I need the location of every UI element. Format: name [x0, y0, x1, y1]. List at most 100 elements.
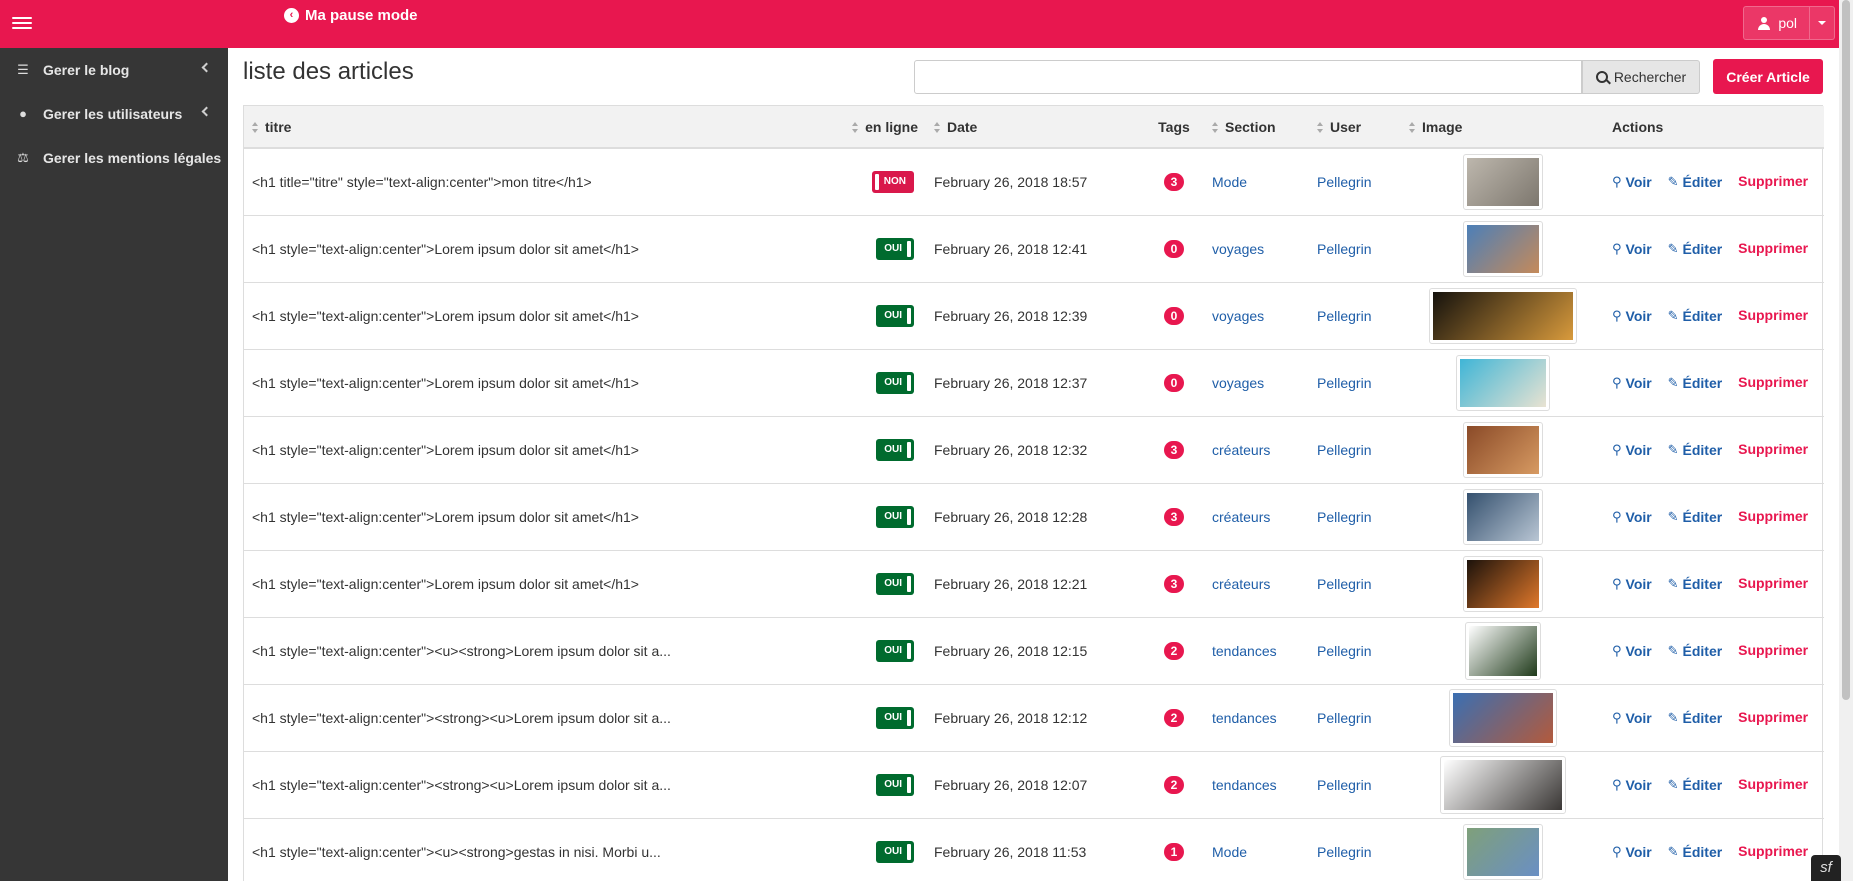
- article-thumbnail[interactable]: [1462, 823, 1543, 880]
- user-link[interactable]: Pellegrin: [1317, 442, 1371, 458]
- section-link[interactable]: créateurs: [1212, 442, 1270, 458]
- section-link[interactable]: tendances: [1212, 777, 1277, 793]
- delete-button[interactable]: Supprimer: [1738, 642, 1808, 658]
- online-toggle[interactable]: NON: [871, 170, 914, 193]
- view-button[interactable]: ⚲ Voir: [1612, 710, 1652, 726]
- section-link[interactable]: créateurs: [1212, 576, 1270, 592]
- section-link[interactable]: tendances: [1212, 643, 1277, 659]
- create-article-button[interactable]: Créer Article: [1713, 59, 1823, 94]
- online-toggle[interactable]: OUI: [876, 505, 914, 528]
- search-input[interactable]: [914, 60, 1582, 94]
- section-link[interactable]: voyages: [1212, 375, 1264, 391]
- user-link[interactable]: Pellegrin: [1317, 174, 1371, 190]
- article-thumbnail[interactable]: [1462, 153, 1543, 210]
- edit-button[interactable]: ✎ Éditer: [1668, 710, 1723, 726]
- page-scrollbar[interactable]: [1839, 0, 1853, 881]
- symfony-toolbar-icon[interactable]: sf: [1811, 855, 1841, 881]
- section-link[interactable]: voyages: [1212, 241, 1264, 257]
- online-toggle[interactable]: OUI: [876, 371, 914, 394]
- section-link[interactable]: Mode: [1212, 174, 1247, 190]
- user-button[interactable]: pol: [1743, 6, 1809, 40]
- online-toggle[interactable]: OUI: [876, 840, 914, 863]
- section-link[interactable]: créateurs: [1212, 509, 1270, 525]
- user-link[interactable]: Pellegrin: [1317, 509, 1371, 525]
- article-thumbnail[interactable]: [1462, 488, 1543, 545]
- search-icon: ⚲: [1612, 308, 1622, 323]
- scrollbar-thumb[interactable]: [1842, 0, 1850, 700]
- online-toggle[interactable]: OUI: [876, 706, 914, 729]
- user-link[interactable]: Pellegrin: [1317, 308, 1371, 324]
- delete-button[interactable]: Supprimer: [1738, 508, 1808, 524]
- brand-link[interactable]: ‹ Ma pause mode: [284, 7, 418, 24]
- view-button[interactable]: ⚲ Voir: [1612, 375, 1652, 391]
- search-button[interactable]: Rechercher: [1582, 60, 1700, 94]
- view-button[interactable]: ⚲ Voir: [1612, 241, 1652, 257]
- edit-button[interactable]: ✎ Éditer: [1668, 576, 1723, 592]
- delete-button[interactable]: Supprimer: [1738, 307, 1808, 323]
- col-header-titre[interactable]: titre: [244, 106, 830, 149]
- view-button[interactable]: ⚲ Voir: [1612, 576, 1652, 592]
- user-link[interactable]: Pellegrin: [1317, 777, 1371, 793]
- article-thumbnail[interactable]: [1448, 688, 1557, 747]
- sidebar-item-users[interactable]: ● Gerer les utilisateurs: [0, 92, 228, 136]
- col-header-user[interactable]: User: [1309, 106, 1401, 149]
- edit-button[interactable]: ✎ Éditer: [1668, 308, 1723, 324]
- edit-button[interactable]: ✎ Éditer: [1668, 844, 1723, 860]
- edit-button[interactable]: ✎ Éditer: [1668, 777, 1723, 793]
- user-link[interactable]: Pellegrin: [1317, 710, 1371, 726]
- online-toggle[interactable]: OUI: [876, 773, 914, 796]
- cell-user: Pellegrin: [1309, 617, 1401, 684]
- view-button[interactable]: ⚲ Voir: [1612, 174, 1652, 190]
- user-link[interactable]: Pellegrin: [1317, 576, 1371, 592]
- view-button[interactable]: ⚲ Voir: [1612, 308, 1652, 324]
- delete-button[interactable]: Supprimer: [1738, 843, 1808, 859]
- view-button[interactable]: ⚲ Voir: [1612, 509, 1652, 525]
- delete-button[interactable]: Supprimer: [1738, 441, 1808, 457]
- delete-button[interactable]: Supprimer: [1738, 374, 1808, 390]
- delete-button[interactable]: Supprimer: [1738, 709, 1808, 725]
- page-title: liste des articles: [243, 58, 414, 85]
- delete-button[interactable]: Supprimer: [1738, 173, 1808, 189]
- article-thumbnail[interactable]: [1462, 220, 1543, 277]
- section-link[interactable]: tendances: [1212, 710, 1277, 726]
- article-thumbnail[interactable]: [1439, 755, 1566, 814]
- col-header-en-ligne[interactable]: en ligne: [830, 106, 926, 149]
- online-toggle[interactable]: OUI: [876, 438, 914, 461]
- col-header-section[interactable]: Section: [1204, 106, 1309, 149]
- col-header-image[interactable]: Image: [1401, 106, 1604, 149]
- user-link[interactable]: Pellegrin: [1317, 643, 1371, 659]
- user-link[interactable]: Pellegrin: [1317, 241, 1371, 257]
- edit-button[interactable]: ✎ Éditer: [1668, 174, 1723, 190]
- online-toggle[interactable]: OUI: [876, 304, 914, 327]
- article-thumbnail[interactable]: [1428, 287, 1577, 344]
- view-button[interactable]: ⚲ Voir: [1612, 844, 1652, 860]
- view-button[interactable]: ⚲ Voir: [1612, 643, 1652, 659]
- user-link[interactable]: Pellegrin: [1317, 375, 1371, 391]
- edit-button[interactable]: ✎ Éditer: [1668, 375, 1723, 391]
- online-toggle[interactable]: OUI: [876, 639, 914, 662]
- article-thumbnail[interactable]: [1464, 621, 1541, 680]
- edit-button[interactable]: ✎ Éditer: [1668, 509, 1723, 525]
- article-thumbnail[interactable]: [1462, 421, 1543, 478]
- section-link[interactable]: Mode: [1212, 844, 1247, 860]
- article-thumbnail[interactable]: [1455, 354, 1550, 411]
- online-toggle[interactable]: OUI: [876, 572, 914, 595]
- sidebar-item-legal[interactable]: ⚖ Gerer les mentions légales: [0, 136, 228, 180]
- col-header-date[interactable]: Date: [926, 106, 1144, 149]
- delete-button[interactable]: Supprimer: [1738, 240, 1808, 256]
- user-link[interactable]: Pellegrin: [1317, 844, 1371, 860]
- delete-button[interactable]: Supprimer: [1738, 776, 1808, 792]
- delete-button[interactable]: Supprimer: [1738, 575, 1808, 591]
- view-button[interactable]: ⚲ Voir: [1612, 442, 1652, 458]
- edit-button[interactable]: ✎ Éditer: [1668, 241, 1723, 257]
- section-link[interactable]: voyages: [1212, 308, 1264, 324]
- online-toggle[interactable]: OUI: [876, 237, 914, 260]
- edit-button[interactable]: ✎ Éditer: [1668, 442, 1723, 458]
- edit-button[interactable]: ✎ Éditer: [1668, 643, 1723, 659]
- sidebar-item-blog[interactable]: ☰ Gerer le blog: [0, 48, 228, 92]
- view-button[interactable]: ⚲ Voir: [1612, 777, 1652, 793]
- article-thumbnail[interactable]: [1462, 555, 1543, 612]
- cell-tags: 0: [1144, 215, 1204, 282]
- hamburger-menu-icon[interactable]: [12, 14, 32, 32]
- user-dropdown-toggle[interactable]: [1809, 6, 1835, 40]
